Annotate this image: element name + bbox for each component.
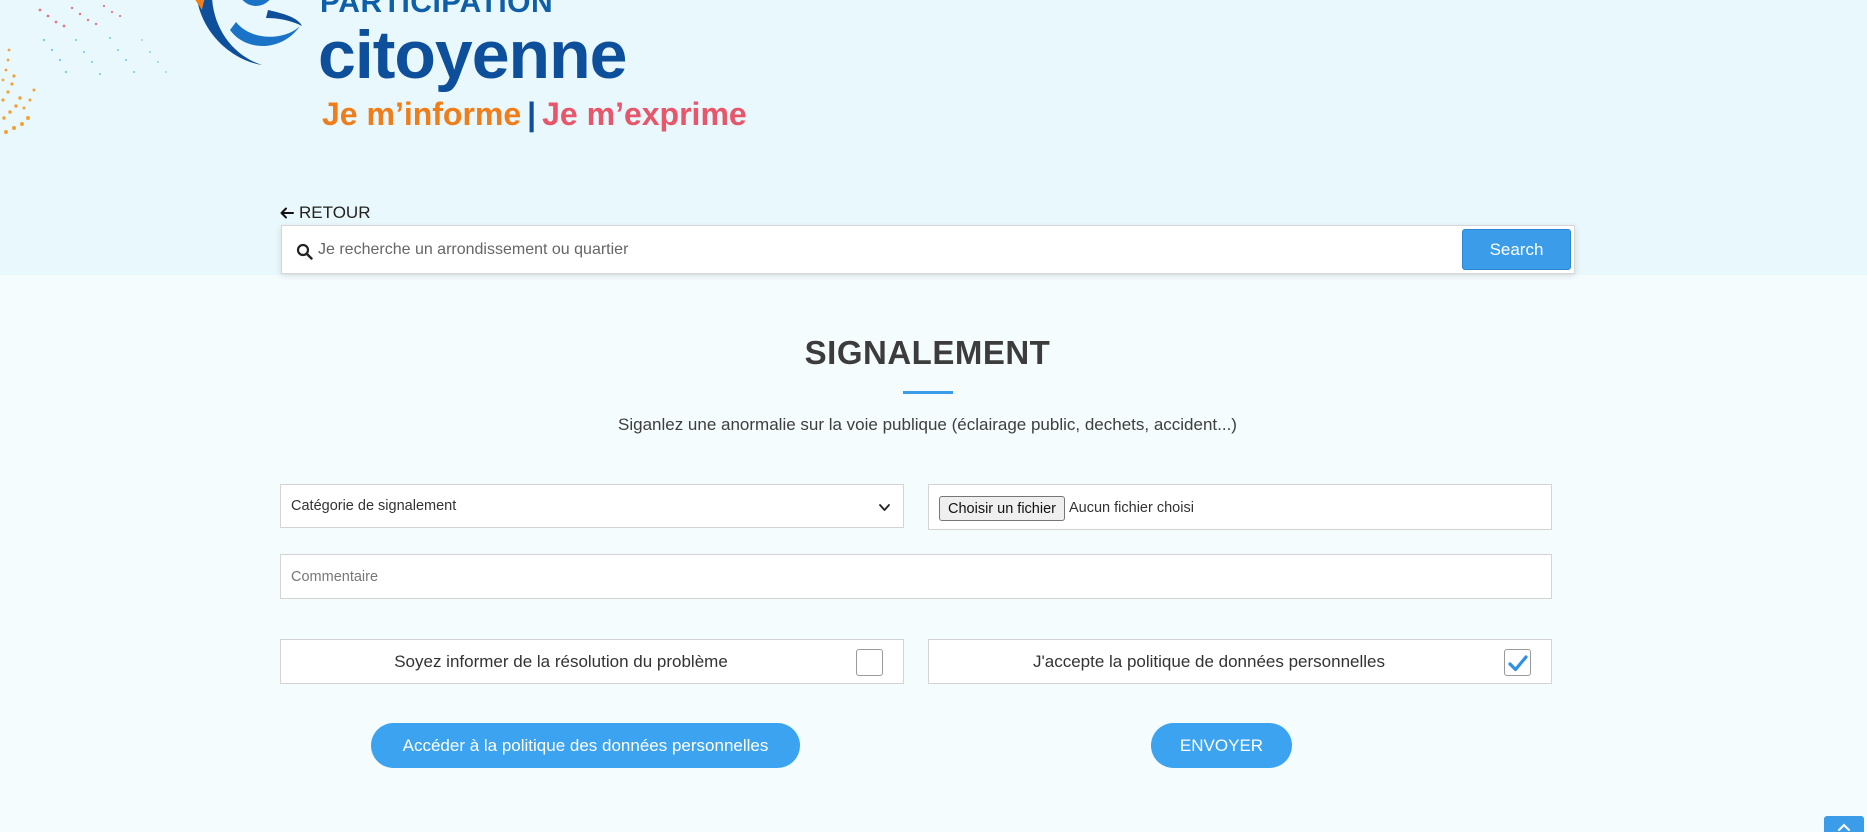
back-link-label: RETOUR [299,203,371,222]
page-title: SIGNALEMENT [804,334,1051,371]
comment-input[interactable] [291,564,1531,590]
tagline-separator: | [527,96,537,132]
back-link[interactable]: RETOUR [280,203,370,223]
policy-checkbox-label: J'accepte la politique de données person… [1033,652,1385,671]
logo-text-main: citoyenne [318,17,627,93]
page-subtitle: Siganlez une anormalie sur la voie publi… [618,415,1237,434]
tagline: Je m’informe | Je m’exprime [322,96,747,133]
privacy-policy-button[interactable]: Accéder à la politique des données perso… [371,723,800,768]
tagline-express: Je m’exprime [542,96,747,132]
chevron-down-icon [879,504,890,511]
decorative-dots-graphic [1,4,167,134]
scroll-to-top-button[interactable] [1824,816,1864,832]
arrow-left-icon [280,207,294,219]
search-bar: Search [281,225,1575,274]
chevron-up-icon [1838,823,1850,831]
policy-checkbox[interactable] [1504,649,1531,676]
file-status: Aucun fichier choisi [1069,500,1194,516]
search-input[interactable] [318,234,1418,266]
file-upload-field: Choisir un fichier Aucun fichier choisi [928,484,1552,530]
comment-field [280,554,1552,599]
policy-option: J'accepte la politique de données person… [928,639,1552,684]
title-divider [903,391,953,394]
choose-file-button[interactable]: Choisir un fichier [939,496,1065,521]
logo-icon [195,0,302,65]
notify-option: Soyez informer de la résolution du probl… [280,639,904,684]
tagline-inform: Je m’informe [322,96,522,132]
notify-checkbox[interactable] [856,649,883,676]
notify-checkbox-label: Soyez informer de la résolution du probl… [394,652,728,671]
category-select[interactable]: Catégorie de signalement [280,484,904,528]
category-select-value: Catégorie de signalement [291,498,457,514]
search-button[interactable]: Search [1462,229,1571,270]
search-icon [296,243,313,260]
checkmark-icon [1508,655,1528,672]
send-button[interactable]: ENVOYER [1151,723,1292,768]
